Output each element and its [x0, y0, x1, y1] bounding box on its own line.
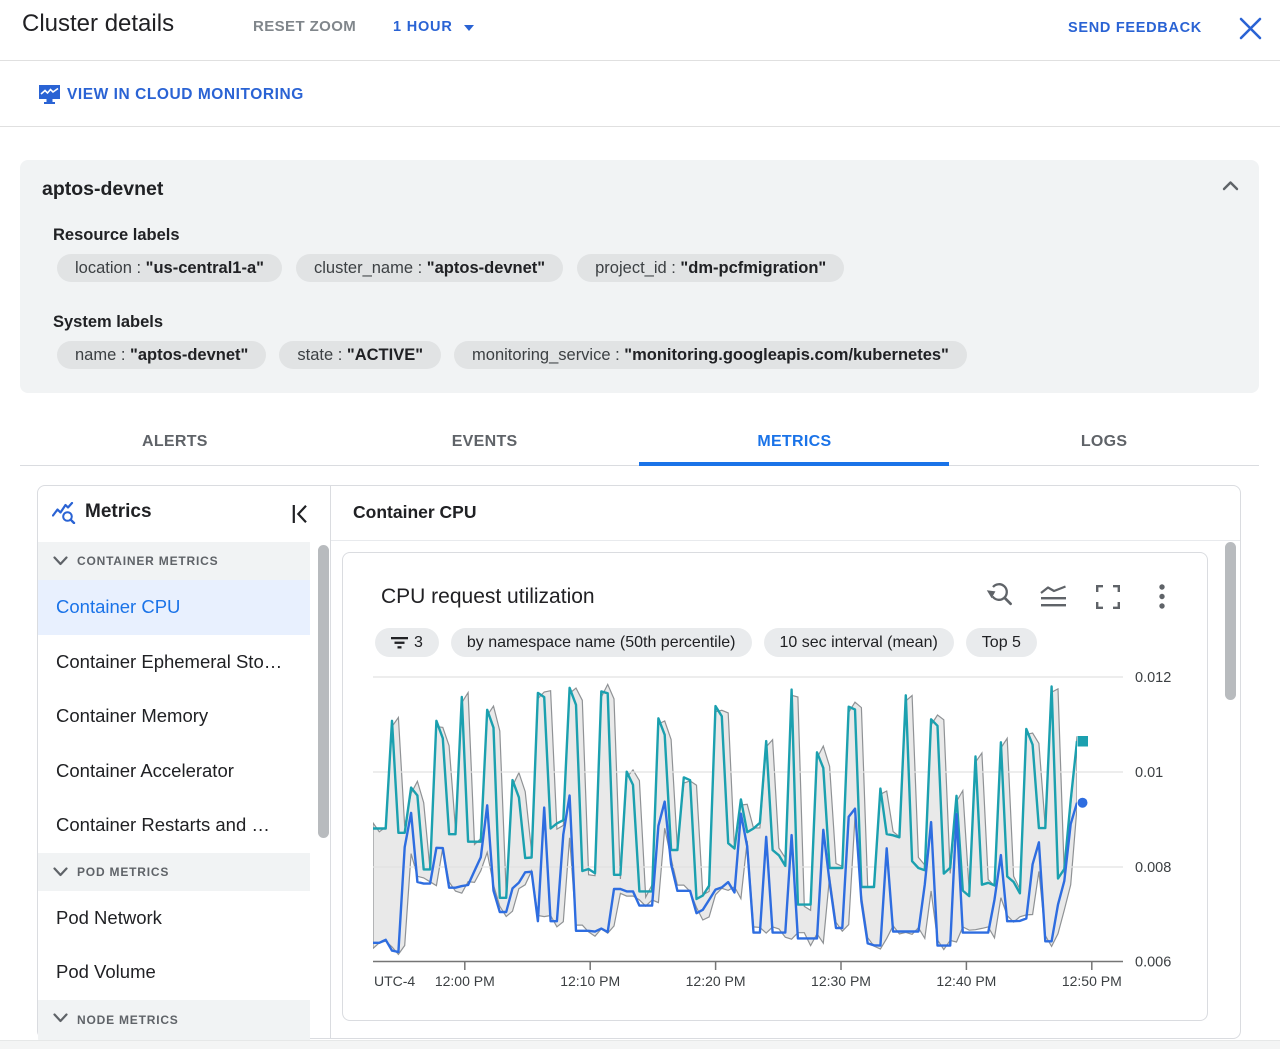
svg-text:12:40 PM: 12:40 PM [936, 973, 996, 989]
svg-text:12:30 PM: 12:30 PM [811, 973, 871, 989]
svg-text:0.012: 0.012 [1135, 670, 1171, 686]
svg-text:12:20 PM: 12:20 PM [686, 973, 746, 989]
svg-text:12:50 PM: 12:50 PM [1062, 973, 1122, 989]
svg-text:12:00 PM: 12:00 PM [435, 973, 495, 989]
svg-text:UTC-4: UTC-4 [374, 973, 415, 989]
svg-text:0.006: 0.006 [1135, 955, 1171, 971]
svg-text:0.01: 0.01 [1135, 765, 1163, 781]
svg-text:12:10 PM: 12:10 PM [560, 973, 620, 989]
svg-text:0.008: 0.008 [1135, 860, 1171, 876]
